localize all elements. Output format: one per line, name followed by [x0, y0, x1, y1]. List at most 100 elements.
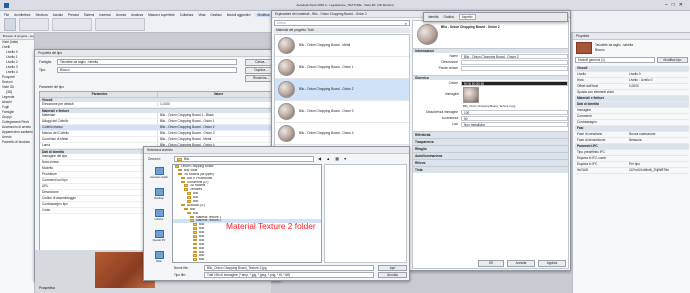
- ribbon-tab[interactable]: Annota: [116, 13, 126, 17]
- ribbon-tab[interactable]: Massa e superficie: [148, 13, 175, 17]
- asset-value[interactable]: 100: [461, 109, 568, 115]
- material-search-input[interactable]: Cerca ⌕: [274, 20, 410, 26]
- property-value[interactable]: [627, 114, 689, 119]
- ribbon-tab[interactable]: Acciaio: [53, 13, 63, 17]
- folder-name: Documenti (D:): [187, 180, 209, 184]
- material-item[interactable]: Bllo - Onion Chopping Board - Onion 1: [275, 57, 409, 79]
- ribbon-tab[interactable]: Moduli aggiuntivi: [227, 13, 251, 17]
- property-row[interactable]: IfcGUID 2LRm1iXxb5nt6_2NjWBT8e: [575, 168, 689, 174]
- ribbon-tab[interactable]: Modifica: [255, 12, 272, 17]
- param-name: Manico del Coltello: [40, 131, 158, 136]
- sidebar-place[interactable]: Librerie: [148, 209, 170, 228]
- window-controls[interactable]: –□✕: [665, 2, 687, 8]
- folder-icon: [177, 157, 182, 161]
- material-item[interactable]: Bllo - Onion Chopping Board - Onion 2: [275, 79, 409, 101]
- folder-item[interactable]: Bllo: [173, 258, 321, 262]
- property-value[interactable]: 2LRm1iXxb5nt6_2NjWBT8e: [627, 168, 689, 173]
- family-select[interactable]: Tavolette da taglio - tabella: [57, 59, 237, 65]
- property-value[interactable]: [627, 156, 689, 161]
- collapsed-section[interactable]: Ritaglio: [413, 145, 568, 152]
- modify-tool[interactable]: [4, 18, 16, 31]
- material-cancel-button[interactable]: Annulla: [507, 260, 535, 267]
- property-value[interactable]: Nuova costruzione: [627, 132, 689, 137]
- nav-toolbar-icons[interactable]: ◀ ▲ ▦ ▾: [318, 156, 348, 161]
- collapsed-section[interactable]: Trasparenza: [413, 138, 568, 145]
- browser-item[interactable]: Pannello di facciata: [0, 140, 34, 145]
- open-button[interactable]: Apri: [378, 265, 407, 271]
- asset-label: Lucentezza: [441, 116, 458, 120]
- asset-value[interactable]: [461, 59, 568, 65]
- collapsed-section[interactable]: Tinta: [413, 166, 568, 173]
- param-value[interactable]: Bllo - Onion Chopping Board - Onion 3: [158, 131, 277, 136]
- param-value[interactable]: Bllo - Onion Chopping Board - Onion 2: [158, 125, 277, 130]
- material-item[interactable]: Bllo - Onion Chopping Board - Metal: [275, 35, 409, 57]
- material-item[interactable]: Bllo - Onion Chopping Board - Onion 3: [275, 101, 409, 123]
- sidebar-place[interactable]: Accesso rapido: [148, 167, 170, 186]
- sidebar-place[interactable]: Questo PC: [148, 230, 170, 249]
- ribbon-tab[interactable]: Inserisci: [99, 13, 111, 17]
- material-item[interactable]: Bllo - Onion Chopping Board - Onion 4: [275, 123, 409, 145]
- preview-pane: [324, 164, 407, 263]
- ribbon-tab[interactable]: Analizza: [131, 13, 143, 17]
- property-value[interactable]: Livello 0: [627, 72, 689, 77]
- property-value[interactable]: [627, 108, 689, 113]
- asset-value[interactable]: 50: [461, 115, 568, 121]
- modify-panel[interactable]: [95, 18, 145, 31]
- material-ok-button[interactable]: OK: [478, 260, 504, 267]
- param-value[interactable]: Bllo - Onion Chopping Board - Metal: [158, 137, 277, 142]
- asset-value[interactable]: Bllo - Onion Chopping Board - Onion 2: [461, 53, 568, 59]
- property-value[interactable]: [627, 90, 689, 95]
- image-filename[interactable]: Bllo_Onion Chopping Board_Texture 2.jpg: [463, 104, 515, 108]
- folder-name: Bllo Vault: [184, 168, 198, 172]
- ribbon-tab[interactable]: Architettura: [14, 13, 30, 17]
- cancel-button[interactable]: Annulla: [378, 272, 407, 278]
- asset-tab[interactable]: Aspetto: [458, 14, 476, 20]
- asset-tab[interactable]: Grafica: [443, 15, 453, 19]
- property-value[interactable]: Livello : Livello 0: [627, 78, 689, 83]
- type-select[interactable]: Blocco: [57, 67, 237, 73]
- folder-name: Bllo: [199, 258, 205, 262]
- asset-value[interactable]: RGB 80 80 80: [461, 80, 568, 86]
- folder-icon: [190, 215, 194, 219]
- ribbon-tab[interactable]: Precast: [68, 13, 79, 17]
- property-value[interactable]: [627, 96, 689, 101]
- param-value[interactable]: Bllo - Onion Chopping Board 1 - Black: [158, 113, 277, 118]
- filename-input[interactable]: Bllo_Onion Chopping Board_Texture 2.jpg: [204, 265, 374, 271]
- instance-filter[interactable]: Modelli generici (1): [575, 57, 655, 63]
- ribbon-tab[interactable]: Sistemi: [84, 13, 94, 17]
- ribbon-tab[interactable]: Collabora: [180, 13, 194, 17]
- sidebar-place[interactable]: Desktop: [148, 188, 170, 207]
- ribbon-tab[interactable]: File: [4, 13, 9, 17]
- ribbon-tab[interactable]: Struttura: [35, 13, 47, 17]
- geometry-panel[interactable]: [52, 18, 92, 31]
- texture-thumbnail[interactable]: [463, 87, 479, 103]
- property-value[interactable]: [627, 144, 689, 149]
- properties-title: Proprietà: [573, 33, 690, 40]
- collapsed-section[interactable]: Riflettività: [413, 131, 568, 138]
- project-browser: Browser di progetto - Legislazione_TEXTU…: [0, 33, 35, 293]
- property-value[interactable]: [627, 150, 689, 155]
- edit-type-button[interactable]: Modifica tipo: [657, 57, 688, 63]
- param-value[interactable]: Bllo - Onion Chopping Board - Onion 1: [158, 119, 277, 124]
- ribbon-tab[interactable]: Gestisci: [210, 13, 221, 17]
- material-apply-button[interactable]: Applica: [538, 260, 566, 267]
- property-value[interactable]: Per tipo: [627, 162, 689, 167]
- collapsed-section[interactable]: Autoilluminazione: [413, 152, 568, 159]
- property-value[interactable]: [627, 126, 689, 131]
- property-value[interactable]: Nessuna: [627, 138, 689, 143]
- asset-value[interactable]: Non metalliche: [461, 121, 568, 127]
- ribbon-tab[interactable]: Vista: [198, 13, 205, 17]
- property-value[interactable]: [627, 120, 689, 125]
- asset-value[interactable]: [461, 65, 568, 71]
- property-value[interactable]: 0,0000: [627, 84, 689, 89]
- collapsed-section[interactable]: Rilievo: [413, 159, 568, 166]
- property-value[interactable]: [627, 102, 689, 107]
- sidebar-place[interactable]: Rete: [148, 251, 170, 270]
- filetype-select[interactable]: Tutti i file di immagine (*.bmp, *.jpg, …: [204, 272, 374, 278]
- param-name: Coltello bianco: [40, 125, 158, 130]
- param-value[interactable]: 1,0100: [158, 102, 277, 107]
- asset-tab[interactable]: Identità: [428, 15, 438, 19]
- search-in-select[interactable]: Bllo: [174, 156, 314, 162]
- clipboard-panel[interactable]: [19, 18, 49, 31]
- property-value[interactable]: [627, 66, 689, 71]
